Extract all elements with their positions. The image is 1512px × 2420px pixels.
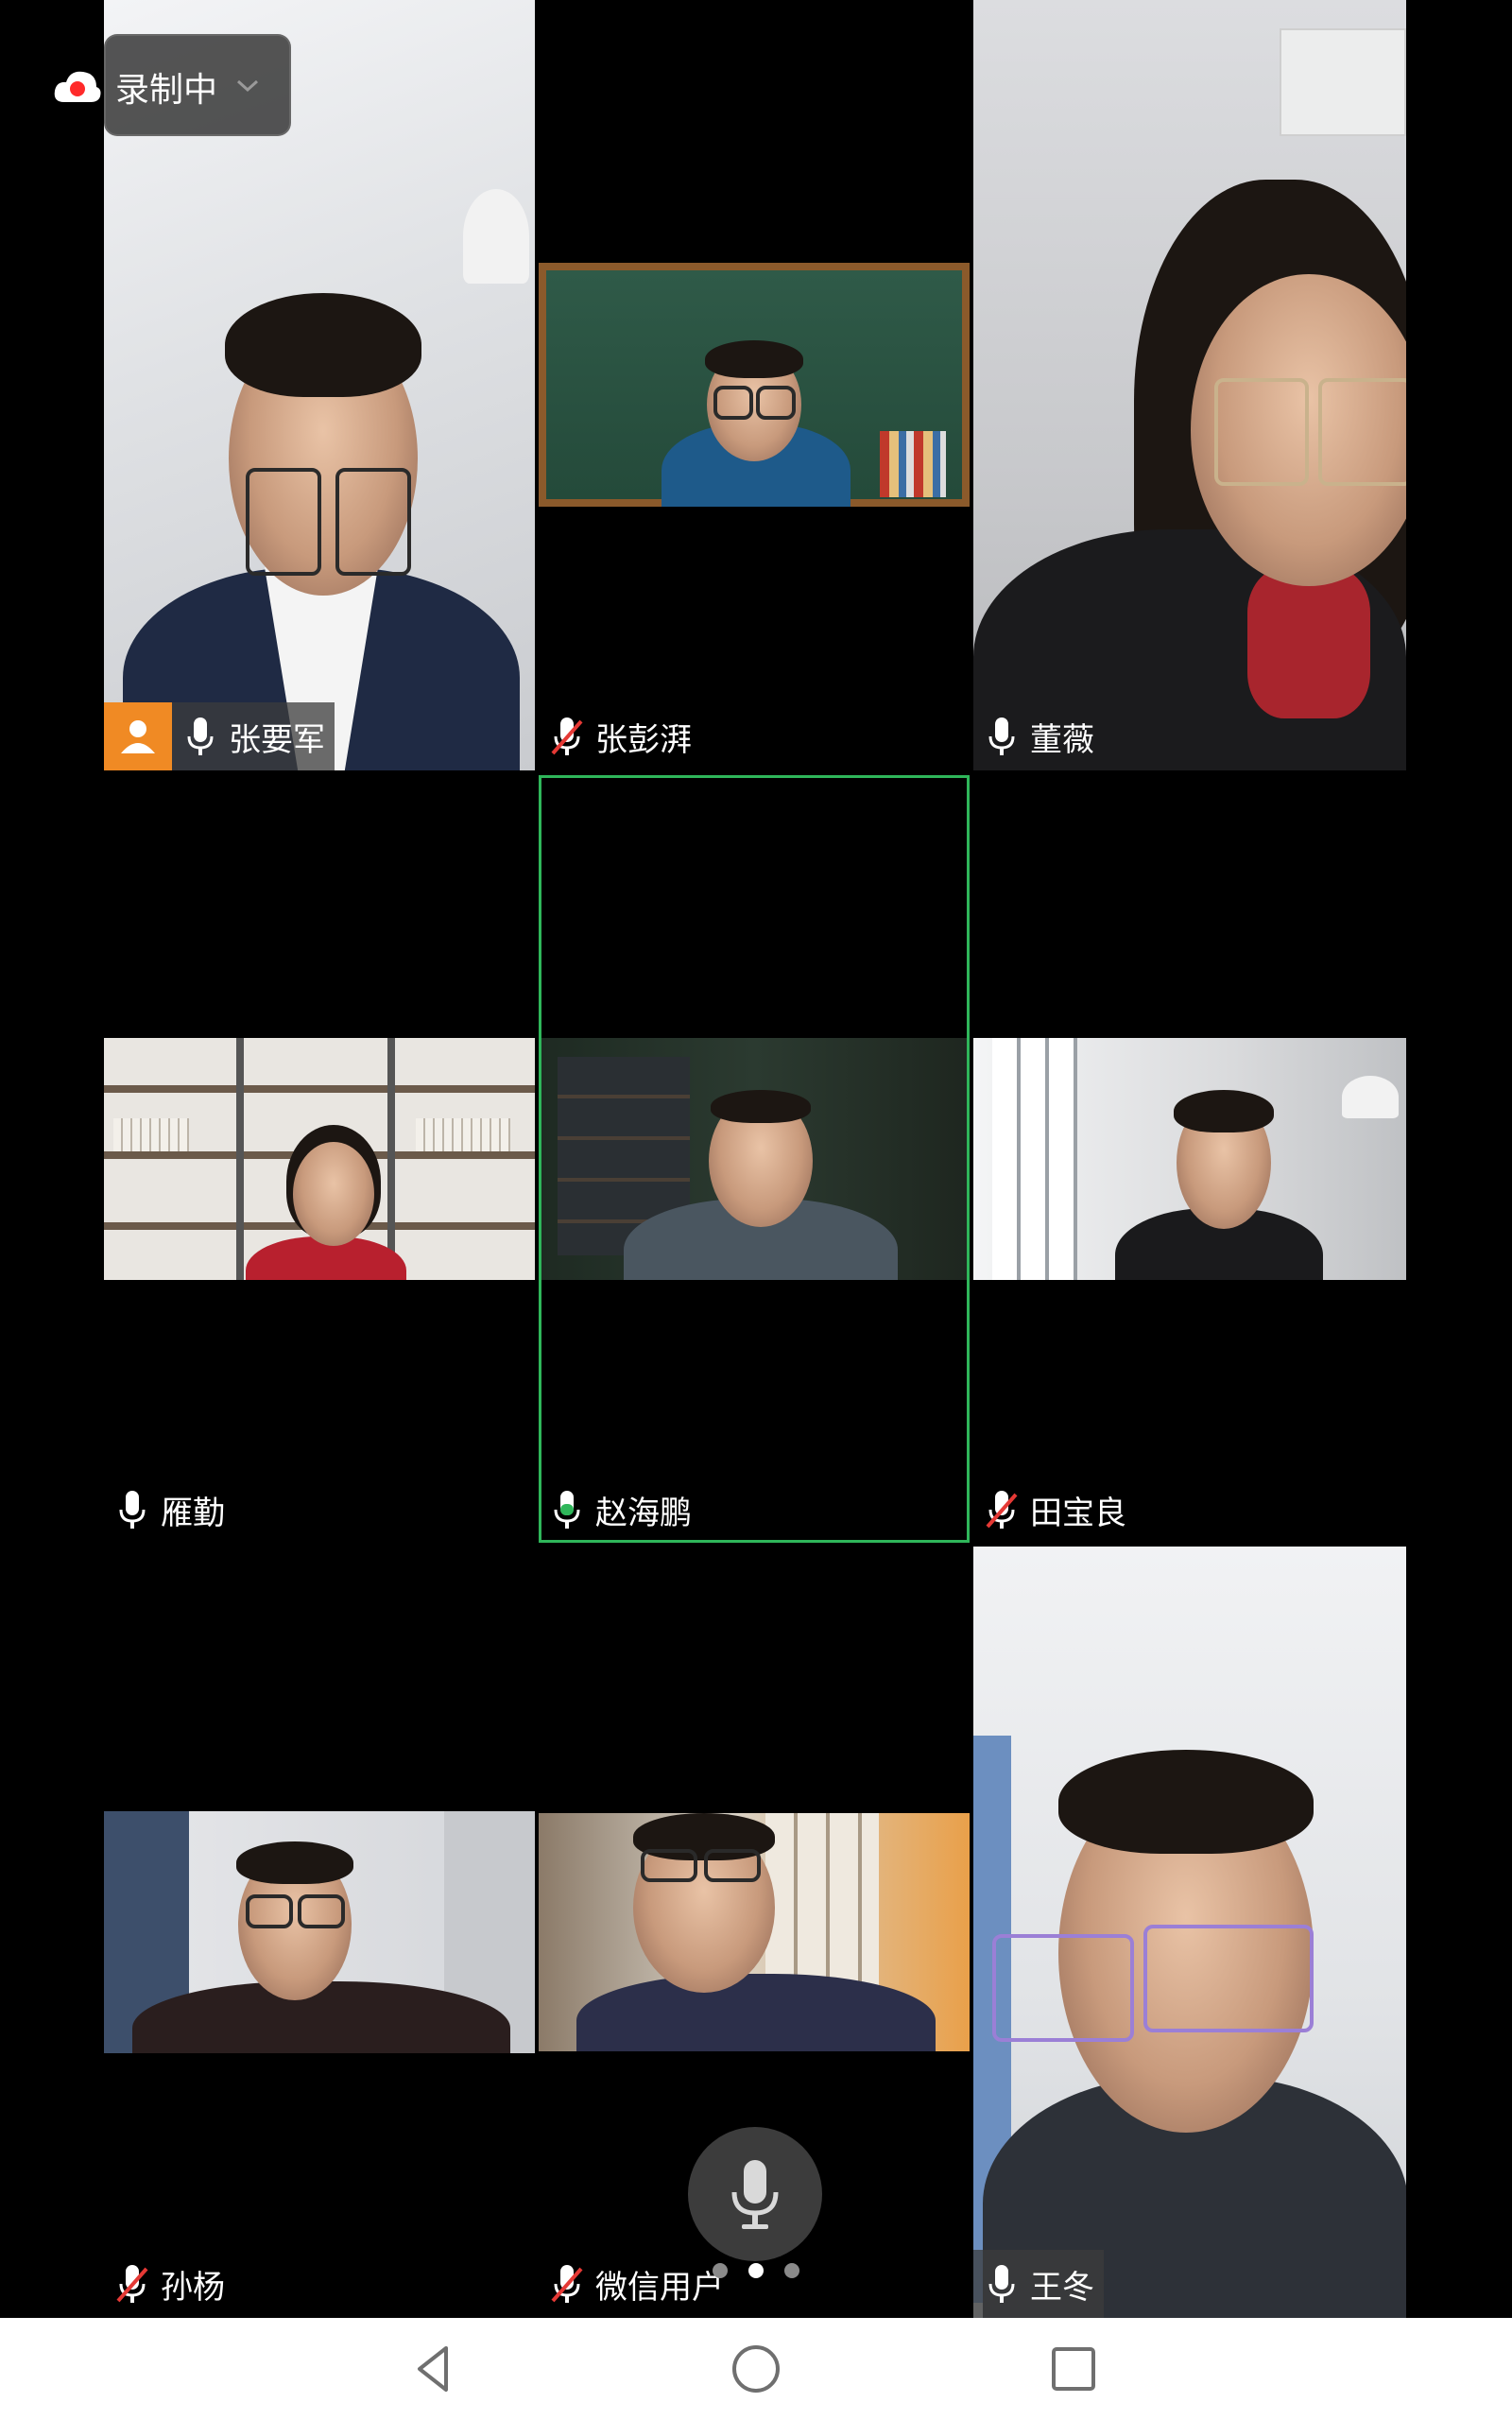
microphone-icon [981,2256,1022,2311]
participant-name: 董薇 [1030,720,1094,759]
participant-name: 孙杨 [161,2268,225,2307]
microphone-muted-icon [546,709,588,764]
microphone-muted-icon [981,1482,1022,1537]
participant-tile-9[interactable]: 王冬 [973,1547,1406,2318]
participant-name-bar-3: 董薇 [973,702,1104,770]
home-circle-icon[interactable] [726,2339,786,2399]
system-navigation-bar [0,2318,1512,2420]
participant-name-bar-9: 王冬 [973,2250,1104,2318]
cloud-record-icon [54,71,101,102]
toggle-microphone-button[interactable] [688,2127,822,2261]
participant-name-bar-2: 张彭湃 [539,702,701,770]
participant-name-bar-6: 田宝良 [973,1476,1136,1544]
microphone-icon [731,2160,779,2229]
participant-name: 赵海鹏 [595,1494,692,1532]
participant-name: 王冬 [1030,2268,1094,2307]
microphone-icon [981,709,1022,764]
participant-name: 张要军 [229,720,325,759]
participant-name: 张彭湃 [595,720,692,759]
participant-name: 雁勤 [161,1494,225,1532]
recording-indicator[interactable]: 录制中 [53,34,291,136]
host-icon [104,702,172,770]
page-indicator [699,2259,813,2282]
microphone-icon [180,709,221,764]
recents-square-icon[interactable] [1043,2339,1104,2399]
participant-video-8 [539,1813,970,2051]
participant-video-6 [973,1038,1406,1280]
participant-tile-6[interactable]: 田宝良 [973,773,1406,1544]
participant-tile-5[interactable]: 赵海鹏 [539,773,970,1544]
video-grid: 张要军 张彭湃 董薇 雁勤 赵海鹏 田宝良 孙杨 微信用户 王冬 [0,0,1512,2318]
page-dot-inactive[interactable] [784,2263,799,2278]
participant-video-5 [539,1038,970,1280]
participant-name-bar-1: 张要军 [104,702,335,770]
page-dot-active[interactable] [748,2263,764,2278]
microphone-icon [112,1482,153,1537]
participant-name: 田宝良 [1030,1494,1126,1532]
participant-video-7 [104,1811,535,2053]
participant-tile-7[interactable]: 孙杨 [104,1547,535,2318]
participant-video-3 [973,0,1406,770]
microphone-muted-icon [546,2256,588,2311]
participant-video-9 [973,1547,1406,2318]
participant-video-2 [539,263,970,507]
recording-label: 录制中 [115,71,218,110]
back-triangle-icon[interactable] [404,2339,465,2399]
participant-tile-3[interactable]: 董薇 [973,0,1406,770]
participant-video-4 [104,1038,535,1280]
chevron-down-icon[interactable] [234,76,261,95]
page-dot-inactive[interactable] [713,2263,728,2278]
microphone-muted-icon [112,2256,153,2311]
participant-tile-2[interactable]: 张彭湃 [539,0,970,770]
participant-name-bar-7: 孙杨 [104,2250,234,2318]
participant-tile-4[interactable]: 雁勤 [104,773,535,1544]
participant-name-bar-4: 雁勤 [104,1476,234,1544]
microphone-speaking-icon [546,1482,588,1537]
participant-name-bar-5: 赵海鹏 [539,1476,701,1544]
